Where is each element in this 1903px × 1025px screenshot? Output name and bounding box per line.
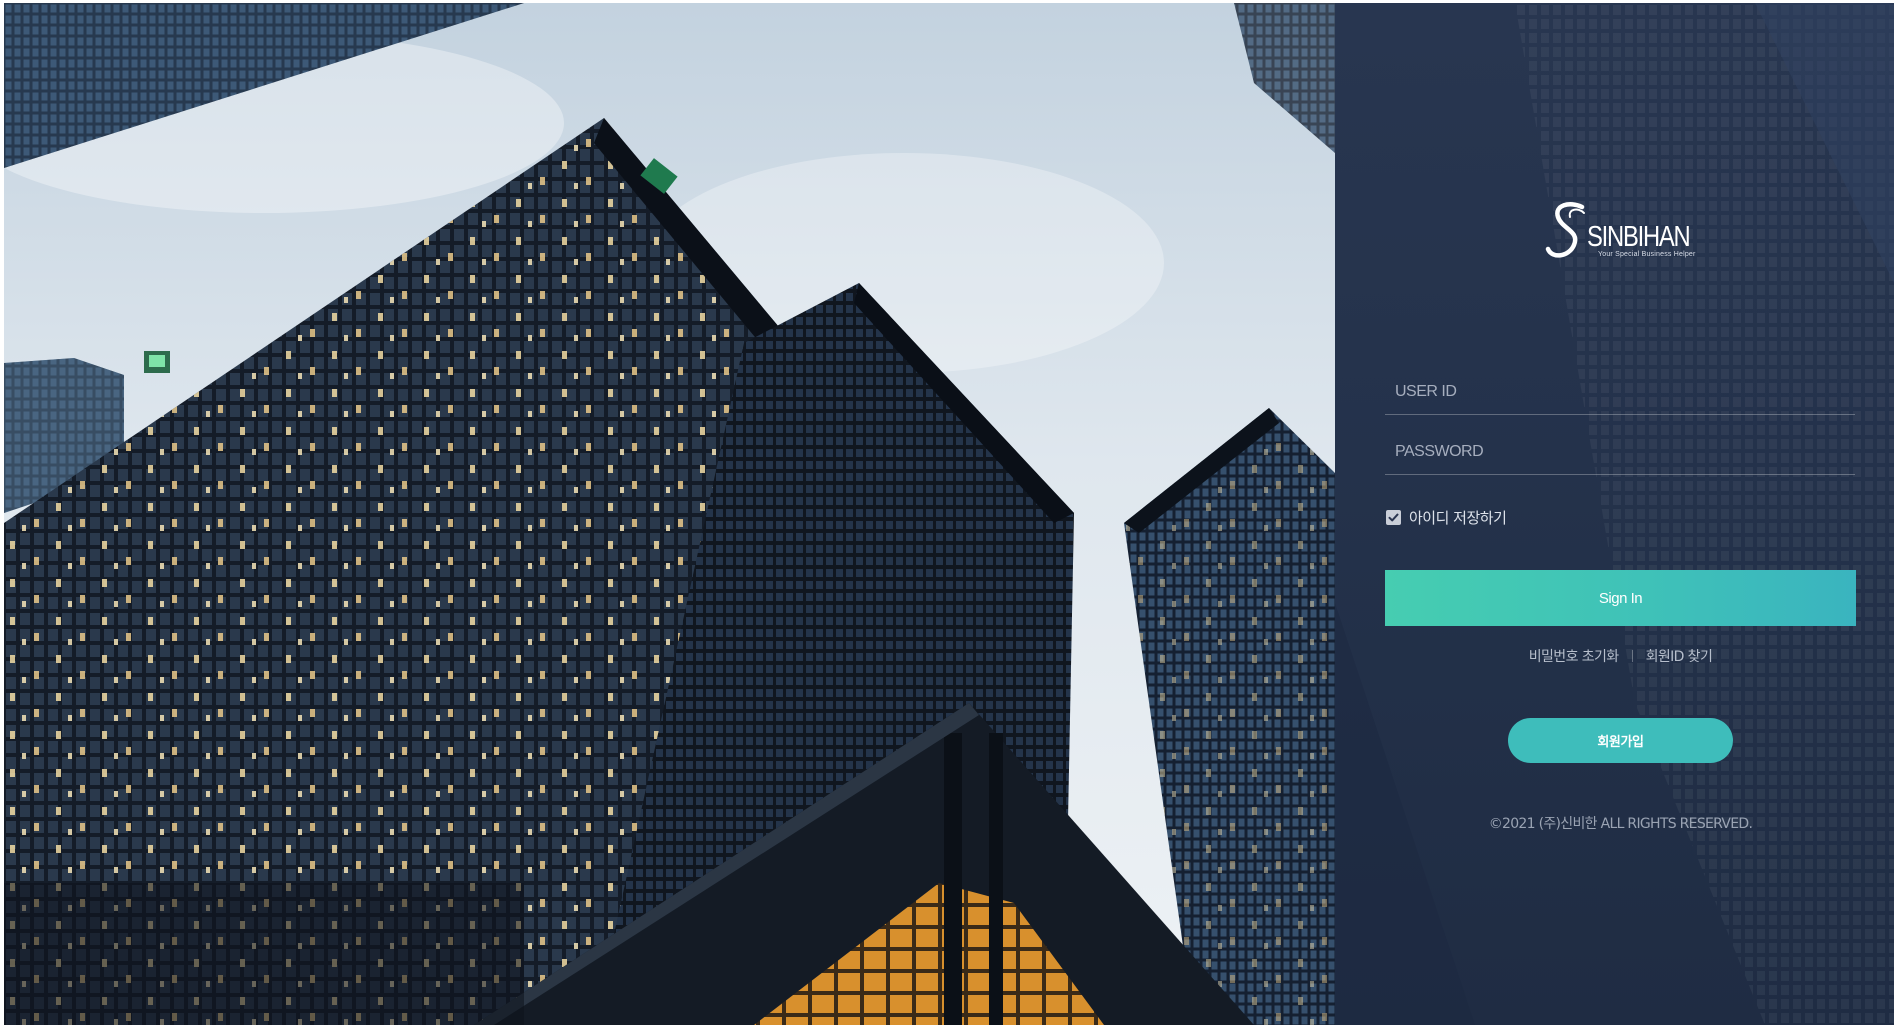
brand-name: SINBIHAN <box>1587 221 1691 253</box>
copyright-text: ©2021 (주)신비한 ALL RIGHTS RESERVED. <box>1488 816 1753 832</box>
sign-in-button[interactable]: Sign In <box>1385 570 1856 626</box>
join-member-button[interactable]: 회원가입 <box>1508 718 1733 763</box>
remember-id-checkbox[interactable] <box>1386 509 1401 525</box>
account-help-links: 비밀번호 초기화 회원ID 찾기 <box>1385 646 1856 666</box>
userid-field-wrapper <box>1385 369 1855 415</box>
reset-password-link[interactable]: 비밀번호 초기화 <box>1529 649 1619 665</box>
brand-logo: SINBIHAN Your Special Business Helper <box>1544 201 1696 267</box>
password-input[interactable] <box>1385 429 1855 474</box>
find-id-link[interactable]: 회원ID 찾기 <box>1646 649 1713 665</box>
remember-id-option[interactable]: 아이디 저장하기 <box>1385 506 1507 528</box>
userid-input[interactable] <box>1385 369 1855 414</box>
password-field-wrapper <box>1385 429 1855 475</box>
remember-id-label: 아이디 저장하기 <box>1409 508 1507 527</box>
checkmark-icon <box>1388 513 1399 521</box>
link-divider <box>1631 650 1633 662</box>
script-s-logo-icon <box>1545 202 1585 258</box>
brand-tagline: Your Special Business Helper <box>1598 251 1696 258</box>
login-page: SINBIHAN Your Special Business Helper 아이… <box>4 3 1894 1025</box>
skyscrapers-background <box>4 3 1335 1025</box>
login-panel: SINBIHAN Your Special Business Helper 아이… <box>1335 3 1894 1025</box>
